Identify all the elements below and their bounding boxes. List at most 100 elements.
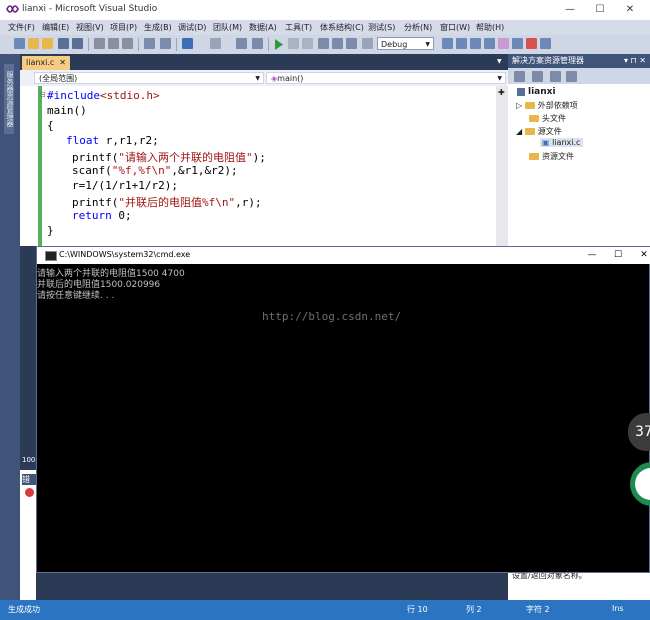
step-out-icon[interactable] <box>346 38 357 49</box>
save-icon[interactable] <box>58 38 69 49</box>
menu-edit[interactable]: 编辑(E) <box>42 22 69 33</box>
menu-architecture[interactable]: 体系结构(C) <box>320 22 364 33</box>
add-item-icon[interactable] <box>28 38 39 49</box>
change-margin <box>38 86 42 246</box>
menu-view[interactable]: 视图(V) <box>76 22 104 33</box>
code-line-10: } <box>47 224 54 237</box>
chevron-down-icon: ▼ <box>497 75 502 82</box>
code-line-3: { <box>47 119 54 132</box>
menu-window[interactable]: 窗口(W) <box>440 22 470 33</box>
folder-open-icon <box>524 128 535 135</box>
vs-logo-icon <box>6 5 19 13</box>
menu-bar: 文件(F) 编辑(E) 视图(V) 项目(P) 生成(B) 调试(D) 团队(M… <box>0 20 650 35</box>
menu-help[interactable]: 帮助(H) <box>476 22 504 33</box>
maximize-icon[interactable]: ☐ <box>585 0 615 20</box>
stop-icon[interactable] <box>302 38 313 49</box>
menu-team[interactable]: 团队(M) <box>213 22 242 33</box>
solution-explorer-header: 解决方案资源管理器 ▾ ⊓ ✕ <box>508 54 650 68</box>
step-over-icon[interactable] <box>332 38 343 49</box>
panel-pin-icon[interactable]: ▾ ⊓ ✕ <box>624 54 646 68</box>
forward-icon[interactable] <box>252 38 263 49</box>
menu-debug[interactable]: 调试(D) <box>178 22 206 33</box>
solution-config-icon[interactable] <box>362 38 373 49</box>
options-icon[interactable] <box>540 38 551 49</box>
status-column: 列 2 <box>466 605 482 614</box>
title-bar: lianxi - Microsoft Visual Studio — ☐ ✕ <box>0 0 650 21</box>
cut-icon[interactable] <box>94 38 105 49</box>
project-icon <box>517 87 525 96</box>
left-tool-strip: 服务器资源管理器 <box>0 54 20 600</box>
tree-header-files[interactable]: 头文件 <box>529 113 566 124</box>
code-line-8: printf("并联后的电阻值%f\n",r); <box>72 196 262 209</box>
undo-icon[interactable] <box>182 38 193 49</box>
console-icon <box>45 251 57 261</box>
close-tab-icon[interactable]: ✕ <box>59 56 66 70</box>
console-line-3: 请按任意键继续. . . <box>37 291 115 301</box>
error-list-tab[interactable]: 错 <box>22 474 36 485</box>
chevron-down-icon: ▼ <box>425 41 430 48</box>
tree-external-deps[interactable]: ▷ 外部依赖项 <box>516 100 578 111</box>
scope-dropdown[interactable]: (全局范围) ▼ <box>34 72 264 84</box>
solution-explorer-icon[interactable] <box>456 38 467 49</box>
menu-data[interactable]: 数据(A) <box>249 22 277 33</box>
menu-test[interactable]: 测试(S) <box>368 22 395 33</box>
save-all-icon[interactable] <box>72 38 83 49</box>
redo-icon[interactable] <box>210 38 221 49</box>
error-icon <box>25 488 34 497</box>
menu-project[interactable]: 项目(P) <box>110 22 137 33</box>
show-all-files-icon[interactable] <box>532 71 543 82</box>
start-debugging-icon[interactable] <box>274 39 284 50</box>
new-project-icon[interactable] <box>14 38 25 49</box>
status-insert-mode: Ins <box>612 604 624 613</box>
menu-tools[interactable]: 工具(T) <box>285 22 312 33</box>
menu-build[interactable]: 生成(B) <box>144 22 172 33</box>
console-close-icon[interactable]: ✕ <box>629 247 650 264</box>
tree-resource-files[interactable]: 资源文件 <box>529 151 574 162</box>
editor-vertical-scrollbar[interactable]: ✚ <box>496 86 508 246</box>
tree-project[interactable]: lianxi <box>517 87 556 97</box>
toolbox-icon[interactable] <box>498 38 509 49</box>
menu-file[interactable]: 文件(F) <box>8 22 35 33</box>
document-tab-row <box>20 54 508 70</box>
console-title-bar: C:\WINDOWS\system32\cmd.exe — ☐ ✕ <box>37 247 650 264</box>
file-tab-lianxi[interactable]: lianxi.c ✕ <box>22 56 70 70</box>
refresh-icon[interactable] <box>550 71 561 82</box>
copy-icon[interactable] <box>108 38 119 49</box>
code-line-9: return 0; <box>72 209 132 222</box>
chevron-down-icon: ◢ <box>516 127 525 136</box>
pause-icon[interactable] <box>288 38 299 49</box>
code-line-6: scanf("%f,%f\n",&r1,&r2); <box>72 164 238 177</box>
collapse-icon[interactable]: ⊟ <box>39 90 46 99</box>
zoom-level[interactable]: 100 <box>22 456 35 464</box>
console-window[interactable] <box>36 246 650 573</box>
find-icon[interactable] <box>144 38 155 49</box>
tree-file-lianxi[interactable]: ▣ lianxi.c <box>540 138 584 147</box>
extension-manager-icon[interactable] <box>526 38 537 49</box>
start-page-icon[interactable] <box>512 38 523 49</box>
object-browser-icon[interactable] <box>484 38 495 49</box>
find-in-files-icon[interactable] <box>442 38 453 49</box>
view-class-diagram-icon[interactable] <box>566 71 577 82</box>
comment-icon[interactable] <box>160 38 171 49</box>
open-file-icon[interactable] <box>42 38 53 49</box>
navigate-icon[interactable] <box>236 38 247 49</box>
step-into-icon[interactable] <box>318 38 329 49</box>
properties-icon[interactable] <box>470 38 481 49</box>
paste-icon[interactable] <box>122 38 133 49</box>
tab-dropdown-icon[interactable]: ▼ <box>497 58 502 65</box>
minimize-icon[interactable]: — <box>555 0 585 20</box>
menu-analyze[interactable]: 分析(N) <box>404 22 432 33</box>
function-dropdown[interactable]: ◈main() ▼ <box>266 72 506 84</box>
chevron-down-icon: ▼ <box>255 75 260 82</box>
code-line-7: r=1/(1/r1+1/r2); <box>72 179 178 192</box>
split-icon[interactable]: ✚ <box>498 88 505 97</box>
status-bar: 生成成功 行 10 列 2 字符 2 Ins <box>0 600 650 620</box>
code-line-2: main() <box>47 104 87 117</box>
configuration-select[interactable]: Debug ▼ <box>377 37 434 50</box>
server-explorer-tab[interactable]: 服务器资源管理器 <box>4 64 14 134</box>
folder-icon <box>524 102 535 109</box>
properties-icon[interactable] <box>514 71 525 82</box>
chevron-right-icon: ▷ <box>516 101 525 110</box>
tree-source-files[interactable]: ◢ 源文件 <box>516 126 562 137</box>
close-icon[interactable]: ✕ <box>615 0 645 20</box>
